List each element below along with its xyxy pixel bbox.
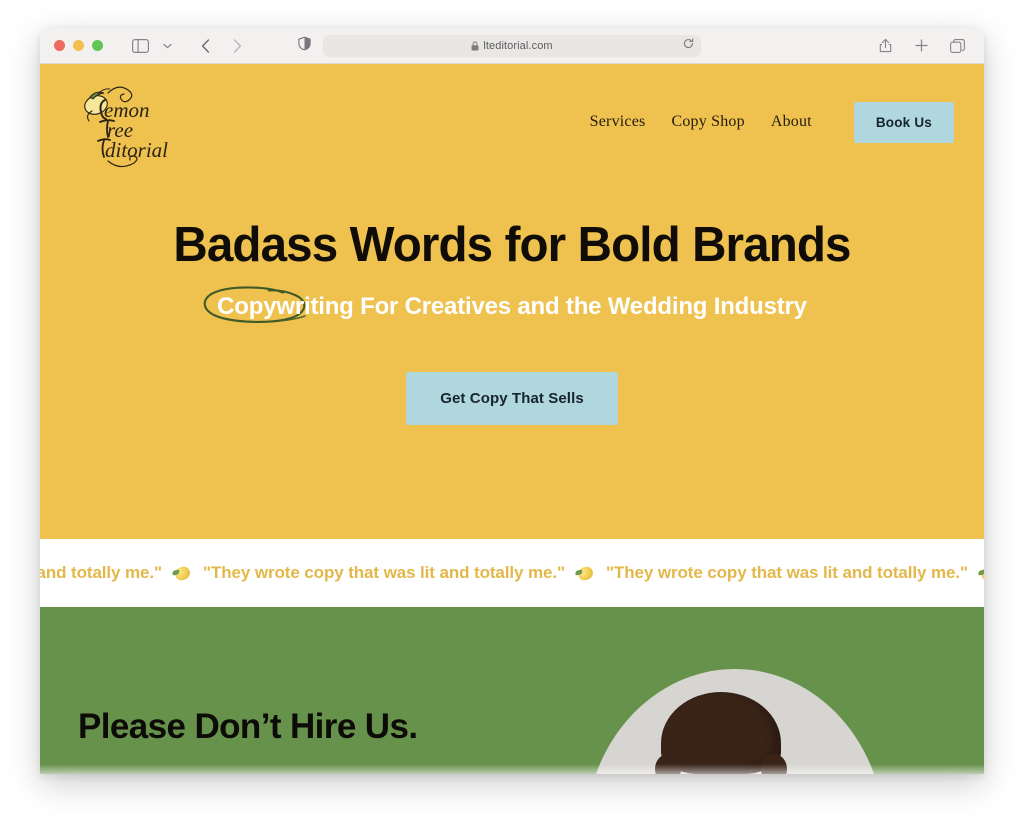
history-navigation — [192, 33, 250, 59]
address-bar-region: lteditorial.com — [40, 34, 984, 57]
book-us-button[interactable]: Book Us — [853, 101, 954, 143]
maximize-window-button[interactable] — [92, 40, 103, 51]
close-window-button[interactable] — [54, 40, 65, 51]
chevron-down-icon[interactable] — [154, 33, 180, 59]
tab-overview-icon[interactable] — [944, 33, 970, 59]
nav-item-copy-shop[interactable]: Copy Shop — [671, 113, 744, 131]
url-text: lteditorial.com — [483, 39, 553, 52]
nav-item-services[interactable]: Services — [590, 113, 646, 131]
marquee-quote: "They wrote copy that was lit and totall… — [202, 563, 565, 582]
marquee-quote: "They wrote copy that was lit and totall… — [605, 563, 968, 582]
share-icon[interactable] — [872, 33, 898, 59]
privacy-report-icon[interactable] — [298, 36, 311, 55]
hero-title: Badass Words for Bold Brands — [173, 218, 851, 272]
marquee-track: "They wrote copy that was lit and totall… — [40, 563, 984, 583]
main-navigation: Services Copy Shop About Book Us — [590, 101, 954, 143]
sidebar-controls — [127, 33, 180, 59]
hero-subtitle-rest: For Creatives and the Wedding Industry — [353, 293, 807, 321]
screenshot-root: lteditorial.com emon ree ditorial Servic… — [0, 0, 1024, 829]
portrait-image — [585, 669, 885, 774]
portrait-hair — [655, 692, 787, 774]
window-controls — [54, 40, 103, 51]
site-logo[interactable]: emon ree ditorial — [78, 81, 182, 169]
site-header: emon ree ditorial Services Copy Shop Abo… — [40, 64, 984, 180]
hero-cta-wrap: Get Copy That Sells — [40, 321, 984, 426]
toolbar-actions — [872, 33, 970, 59]
forward-button-icon[interactable] — [224, 33, 250, 59]
sidebar-toggle-icon[interactable] — [127, 33, 153, 59]
hero-section: emon ree ditorial Services Copy Shop Abo… — [40, 64, 984, 539]
hero-subtitle-highlight: Copywriting — [217, 293, 354, 321]
hero-subtitle-wrap: Copywriting For Creatives and the Weddin… — [203, 286, 807, 324]
get-copy-that-sells-button[interactable]: Get Copy That Sells — [406, 372, 618, 426]
testimonial-marquee: "They wrote copy that was lit and totall… — [40, 539, 984, 607]
website-viewport: emon ree ditorial Services Copy Shop Abo… — [40, 64, 984, 774]
lemon-icon — [576, 564, 595, 582]
back-button-icon[interactable] — [192, 33, 218, 59]
nav-item-about[interactable]: About — [771, 113, 812, 131]
url-display: lteditorial.com — [471, 39, 553, 52]
hero-subtitle: Copywriting For Creatives and the Weddin… — [217, 293, 807, 321]
lemon-icon — [979, 564, 984, 582]
marquee-quote: "They wrote copy that was lit and totall… — [40, 563, 162, 582]
new-tab-icon[interactable] — [908, 33, 934, 59]
section-heading: Please Don’t Hire Us. — [78, 707, 418, 746]
reload-icon[interactable] — [683, 37, 694, 55]
browser-toolbar: lteditorial.com — [40, 28, 984, 64]
please-dont-hire-us-section: Please Don’t Hire Us. — [40, 607, 984, 774]
browser-window: lteditorial.com emon ree ditorial Servic… — [40, 28, 984, 774]
lemon-icon — [173, 564, 192, 582]
hero-content: Badass Words for Bold Brands Copywriting… — [40, 180, 984, 426]
lock-icon — [471, 40, 479, 51]
url-bar[interactable]: lteditorial.com — [323, 34, 701, 57]
minimize-window-button[interactable] — [73, 40, 84, 51]
